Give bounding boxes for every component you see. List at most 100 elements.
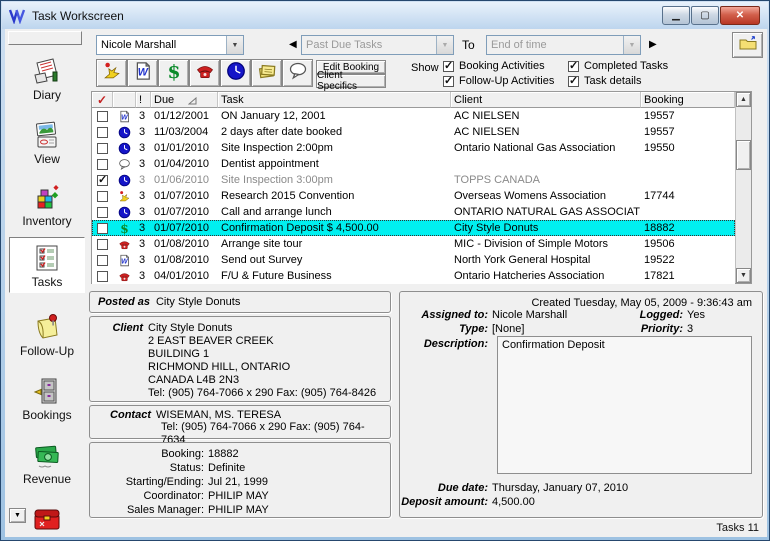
deposit-amount-value: 4,500.00 [492, 496, 535, 508]
checkbox[interactable] [568, 61, 579, 72]
row-due-date: 01/08/2010 [151, 254, 218, 266]
task-row[interactable]: 301/06/2010Site Inspection 3:00pmTOPPS C… [92, 172, 735, 188]
new-document-task-button[interactable]: W [127, 59, 158, 87]
new-comment-task-button[interactable] [282, 59, 313, 87]
priority-label: Priority: [641, 323, 687, 335]
row-select-checkbox[interactable] [92, 239, 113, 250]
filter-booking-activities[interactable]: Booking Activities [443, 60, 545, 72]
next-range-button[interactable]: ▶ [649, 39, 657, 50]
row-select-checkbox[interactable] [92, 175, 113, 186]
row-client: Ontario National Gas Association [451, 142, 641, 154]
range-to-value: End of time [487, 39, 623, 51]
new-timed-task-button[interactable] [220, 59, 251, 87]
booking-column-header[interactable]: Booking [641, 92, 735, 108]
select-column-header[interactable]: ✓ [92, 92, 113, 108]
task-list-body: W301/12/2001ON January 12, 2001AC NIELSE… [92, 108, 735, 284]
row-select-checkbox[interactable] [92, 271, 113, 282]
checkbox[interactable] [443, 76, 454, 87]
titlebar[interactable]: Task Workscreen ▁ ▢ ✕ [2, 2, 768, 29]
range-from-combobox[interactable]: Past Due Tasks ▼ [301, 35, 454, 55]
task-column-header[interactable]: Task [218, 92, 451, 108]
new-reminder-button[interactable] [96, 59, 127, 87]
sidebar-item-revenue[interactable]: Revenue [9, 439, 85, 486]
task-row[interactable]: W301/12/2001ON January 12, 2001AC NIELSE… [92, 108, 735, 124]
task-row[interactable]: 301/04/2010Dentist appointment [92, 156, 735, 172]
row-select-checkbox[interactable] [92, 143, 113, 154]
assigned-to-label: Assigned to: [400, 309, 492, 321]
client-address-line: CANADA L4B 2N3 [148, 374, 382, 387]
row-select-checkbox[interactable] [92, 159, 113, 170]
task-row[interactable]: 304/01/2010F/U & Future BusinessOntario … [92, 268, 735, 284]
created-timestamp: Created Tuesday, May 05, 2009 - 9:36:43 … [531, 297, 752, 309]
client-name: City Style Donuts [148, 322, 382, 335]
task-row[interactable]: $301/07/2010Confirmation Deposit $ 4,500… [92, 220, 735, 236]
client-address-line: 2 EAST BEAVER CREEK [148, 335, 382, 348]
row-due-date: 01/07/2010 [151, 206, 218, 218]
row-select-checkbox[interactable] [92, 255, 113, 266]
table-scrollbar[interactable]: ▲ ▼ [735, 92, 751, 283]
comment-icon [113, 158, 136, 171]
prev-range-button[interactable]: ◀ [289, 39, 297, 50]
filter-completed-tasks[interactable]: Completed Tasks [568, 60, 668, 72]
checkbox[interactable] [443, 61, 454, 72]
task-row[interactable]: 301/08/2010Arrange site tourMIC - Divisi… [92, 236, 735, 252]
svg-text:W: W [137, 66, 148, 78]
task-row[interactable]: 301/07/2010Call and arrange lunchONTARIO… [92, 204, 735, 220]
task-table: ✓ ! Due Task Client Booking W301/12/2001… [91, 91, 752, 284]
row-select-checkbox[interactable] [92, 191, 113, 202]
row-select-checkbox[interactable] [92, 207, 113, 218]
notes-icon [257, 61, 277, 86]
row-select-checkbox[interactable] [92, 223, 113, 234]
new-call-task-button[interactable] [189, 59, 220, 87]
row-priority: 3 [136, 158, 151, 170]
sidebar-item-bookings[interactable]: Bookings [9, 375, 85, 422]
task-row[interactable]: 311/03/20042 days after date bookedAC NI… [92, 124, 735, 140]
task-row[interactable]: 301/07/2010Research 2015 ConventionOvers… [92, 188, 735, 204]
new-workscreen-button[interactable] [732, 32, 763, 58]
row-select-checkbox[interactable] [92, 111, 113, 122]
close-button[interactable]: ✕ [720, 6, 760, 25]
folder-icon [738, 34, 758, 57]
checkbox[interactable] [568, 76, 579, 87]
client-column-header[interactable]: Client [451, 92, 641, 108]
sidebar-item-follow-up[interactable]: Follow-Up [9, 311, 85, 358]
task-row[interactable]: W301/08/2010Send out SurveyNorth York Ge… [92, 252, 735, 268]
sidebar-handle-button[interactable] [8, 31, 82, 45]
sidebar-item-tasks[interactable]: Tasks [9, 237, 85, 293]
svg-text:W: W [121, 258, 128, 265]
row-client: Ontario Hatcheries Association [451, 270, 641, 282]
priority-column-header[interactable]: ! [136, 92, 151, 108]
scrollbar-thumb[interactable] [736, 140, 751, 170]
logged-label: Logged: [640, 309, 687, 321]
filter-follow-up-activities[interactable]: Follow-Up Activities [443, 75, 554, 87]
icon-column-header[interactable] [113, 92, 136, 108]
sidebar-item-view[interactable]: View [9, 119, 85, 166]
range-to-combobox[interactable]: End of time ▼ [486, 35, 641, 55]
sidebar-item-diary[interactable]: Diary [9, 55, 85, 102]
sidebar-item-label: Follow-Up [9, 344, 85, 358]
scroll-up-button[interactable]: ▲ [736, 92, 751, 107]
clock-icon [113, 174, 136, 187]
minimize-button[interactable]: ▁ [662, 6, 690, 25]
booking-number-label: Booking: [96, 447, 208, 461]
client-specifics-button[interactable]: Client Specifics [316, 74, 386, 88]
new-note-task-button[interactable] [251, 59, 282, 87]
user-combobox[interactable]: Nicole Marshall ▼ [96, 35, 244, 55]
filter-label: Task details [584, 75, 641, 87]
description-field[interactable]: Confirmation Deposit [497, 336, 752, 474]
row-due-date: 11/03/2004 [151, 126, 218, 138]
sidebar-item-inventory[interactable]: Inventory [9, 181, 85, 228]
due-column-header[interactable]: Due [151, 92, 218, 108]
maximize-button[interactable]: ▢ [691, 6, 719, 25]
due-date-label: Due date: [400, 482, 492, 494]
filter-task-details[interactable]: Task details [568, 75, 641, 87]
row-priority: 3 [136, 174, 151, 186]
row-task: Send out Survey [218, 254, 451, 266]
chevron-down-icon[interactable]: ▼ [226, 36, 243, 54]
logged-value: Yes [687, 309, 762, 321]
row-select-checkbox[interactable] [92, 127, 113, 138]
booking-coordinator-value: PHILIP MAY [208, 489, 269, 503]
scroll-down-button[interactable]: ▼ [736, 268, 751, 283]
new-payment-task-button[interactable]: $ [158, 59, 189, 87]
task-row[interactable]: 301/01/2010Site Inspection 2:00pmOntario… [92, 140, 735, 156]
